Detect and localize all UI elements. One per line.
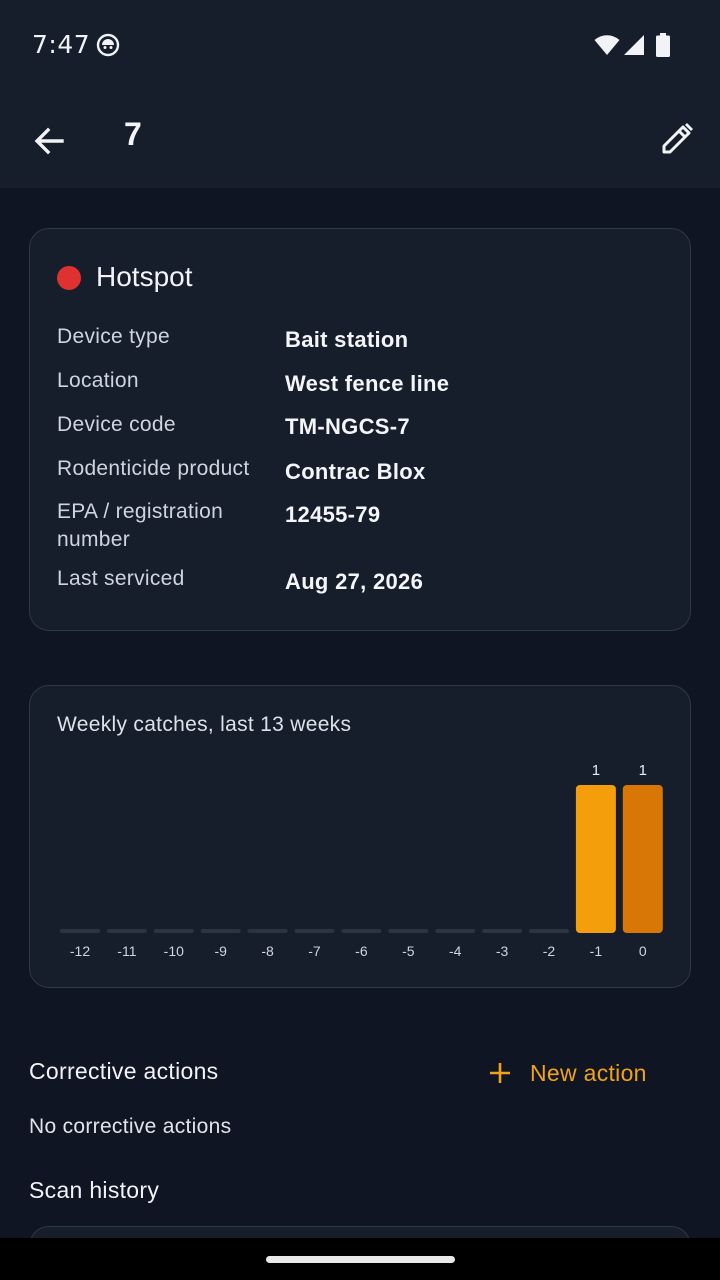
gesture-nav-bar bbox=[0, 1238, 720, 1280]
rodenticide-label: Rodenticide product bbox=[57, 457, 250, 480]
status-bar: 7:47 bbox=[0, 0, 720, 92]
last-serviced-label: Last serviced bbox=[57, 567, 185, 590]
chart-x-tick-label: -12 bbox=[70, 943, 90, 959]
weekly-catches-card: -12 -11 -10 -9 -8 -7 -6 -5 -4 -3 -2 1 -1 1 0 Weekly ca… bbox=[29, 685, 691, 988]
chart-x-tick-label: -7 bbox=[308, 943, 321, 959]
rodenticide-value: Contrac Blox bbox=[285, 459, 426, 484]
home-handle[interactable] bbox=[266, 1256, 455, 1263]
chart-data-label: 1 bbox=[639, 762, 647, 779]
chart-x-tick-label: -4 bbox=[449, 943, 462, 959]
new-action-label: New action bbox=[530, 1059, 647, 1086]
chart-bar bbox=[247, 929, 288, 933]
chart-x-tick-label: -5 bbox=[402, 943, 415, 959]
chart-x-tick-label: -11 bbox=[117, 943, 136, 959]
scan-history-title: Scan history bbox=[29, 1177, 160, 1203]
back-arrow-icon[interactable] bbox=[28, 120, 70, 162]
epa-label: EPA / registration number bbox=[57, 500, 224, 551]
device-info-card: Hotspot Device type Bait station Locatio… bbox=[29, 228, 691, 631]
chart-bar bbox=[60, 929, 100, 933]
edit-pencil-icon[interactable] bbox=[656, 118, 698, 160]
corrective-actions-title: Corrective actions bbox=[29, 1058, 219, 1084]
chart-bar bbox=[435, 929, 476, 933]
device-type-label: Device type bbox=[57, 325, 171, 348]
chart-x-tick-label: -8 bbox=[261, 943, 274, 959]
status-dot bbox=[57, 266, 81, 290]
signal-icon bbox=[624, 35, 644, 55]
chart-bar bbox=[575, 785, 616, 933]
chart-bar bbox=[153, 929, 194, 933]
plus-icon bbox=[490, 1063, 510, 1083]
last-serviced-value: Aug 27, 2026 bbox=[285, 569, 424, 594]
status-time: 7:47 bbox=[32, 30, 91, 59]
chart-title: Weekly catches, last 13 weeks bbox=[57, 713, 352, 736]
new-action-button[interactable]: New action bbox=[486, 1055, 647, 1091]
app-bar: 7 bbox=[0, 92, 720, 188]
status-label: Hotspot bbox=[96, 261, 193, 292]
chart-x-tick-label: -6 bbox=[355, 943, 368, 959]
chart-bar bbox=[622, 785, 663, 933]
chart-x-tick-label: -3 bbox=[496, 943, 509, 959]
chart-bar bbox=[388, 929, 429, 933]
battery-icon bbox=[656, 33, 670, 57]
chart-x-tick-label: 0 bbox=[639, 943, 647, 959]
chart-x-tick-label: -2 bbox=[543, 943, 556, 959]
chart-bar bbox=[341, 929, 382, 933]
device-type-value: Bait station bbox=[285, 327, 409, 352]
chart-bar bbox=[106, 929, 147, 933]
chart-x-tick-label: -9 bbox=[214, 943, 227, 959]
chart-x-tick-label: -1 bbox=[590, 943, 603, 959]
page-title: 7 bbox=[124, 116, 142, 152]
no-actions-text: No corrective actions bbox=[29, 1115, 232, 1138]
device-code-label: Device code bbox=[57, 413, 176, 436]
chart-data-label: 1 bbox=[592, 762, 600, 779]
chart-bar bbox=[482, 929, 523, 933]
chart-bar bbox=[200, 929, 241, 933]
device-code-value: TM-NGCS-7 bbox=[285, 414, 410, 439]
wifi-icon bbox=[594, 35, 620, 55]
location-label: Location bbox=[57, 369, 139, 392]
epa-value: 12455-79 bbox=[285, 502, 381, 527]
chart-bar bbox=[529, 929, 569, 933]
chart-bar bbox=[294, 929, 335, 933]
chart-x-tick-label: -10 bbox=[164, 943, 184, 959]
notification-app-icon bbox=[96, 33, 120, 57]
location-value: West fence line bbox=[285, 371, 450, 396]
